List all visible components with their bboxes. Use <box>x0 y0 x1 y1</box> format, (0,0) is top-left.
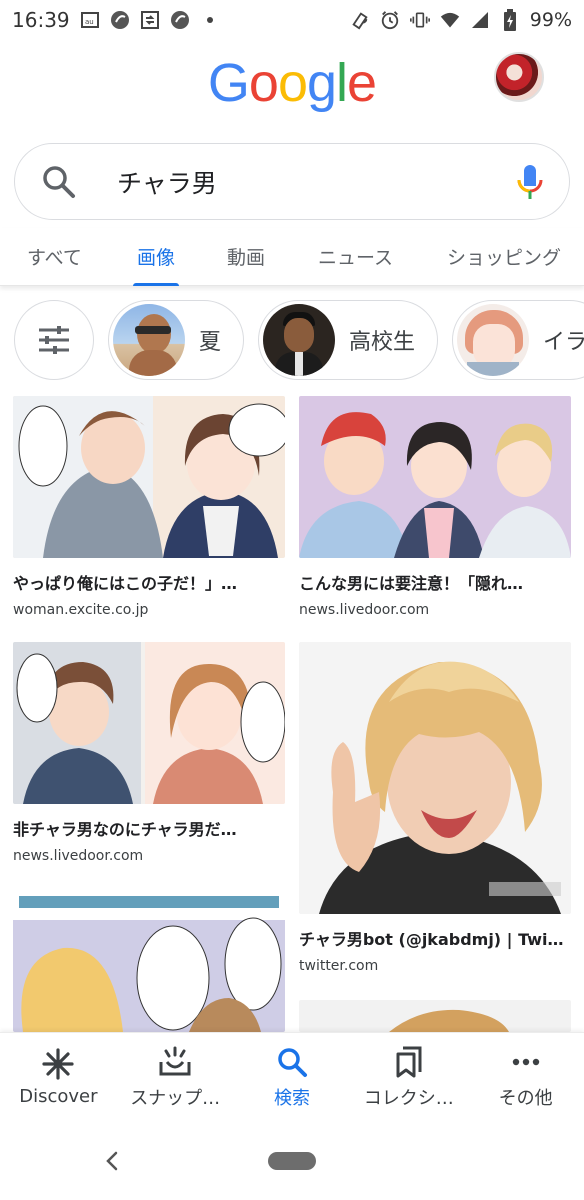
result-thumbnail[interactable] <box>299 396 571 558</box>
nav-more[interactable]: その他 <box>467 1033 584 1122</box>
chip-thumbnail <box>113 304 185 376</box>
account-avatar[interactable] <box>494 52 544 102</box>
status-time: 16:39 <box>12 8 70 32</box>
signal-icon <box>470 10 490 30</box>
app-circle-icon <box>170 10 190 30</box>
logo-letter: G <box>207 53 250 113</box>
nav-label: コレクシ… <box>363 1087 454 1109</box>
vibrate-icon <box>409 10 430 30</box>
tune-icon <box>39 326 69 354</box>
tab-label: ニュース <box>318 247 394 269</box>
logo-letter: g <box>307 53 337 113</box>
nav-label: Discover <box>19 1086 98 1107</box>
chip-thumbnail <box>457 304 530 376</box>
chip-illustration[interactable]: イラ <box>452 300 584 380</box>
svg-text:au: au <box>85 18 94 26</box>
home-button[interactable] <box>268 1152 316 1170</box>
result-title[interactable]: 非チャラ男なのにチャラ男だ… <box>13 816 285 840</box>
status-bar: 16:39 au 99% <box>0 0 584 40</box>
logo-letter: o <box>277 53 308 113</box>
chip-highschool[interactable]: 高校生 <box>258 300 439 380</box>
nav-label: スナップ… <box>130 1087 221 1109</box>
battery-icon <box>500 9 520 31</box>
cast-icon <box>140 10 160 30</box>
result-thumbnail[interactable] <box>13 888 285 1032</box>
result-domain: twitter.com <box>299 958 379 974</box>
logo-letter: o <box>248 53 279 113</box>
app-circle-icon <box>110 10 130 30</box>
result-domain: news.livedoor.com <box>13 848 144 864</box>
result-domain: news.livedoor.com <box>299 602 430 618</box>
chip-thumbnail <box>263 304 336 376</box>
search-icon[interactable] <box>41 164 77 200</box>
nfc-icon <box>350 10 370 30</box>
snapshot-icon <box>159 1046 191 1075</box>
bookmark-icon <box>396 1046 422 1077</box>
au-icon: au <box>80 10 100 30</box>
result-thumbnail[interactable] <box>299 642 571 914</box>
image-result[interactable] <box>13 888 285 1032</box>
image-result[interactable]: 非チャラ男なのにチャラ男だ… news.livedoor.com <box>13 642 285 864</box>
result-domain: woman.excite.co.jp <box>13 602 149 618</box>
tab-label: ショッピング <box>447 247 562 269</box>
nav-label: 検索 <box>273 1087 310 1109</box>
nav-label: その他 <box>498 1087 553 1109</box>
chip-label: イラ <box>543 330 584 355</box>
alarm-icon <box>380 10 400 30</box>
filter-button[interactable] <box>14 300 94 380</box>
tab-all[interactable]: すべて <box>27 228 82 286</box>
back-icon[interactable] <box>104 1150 120 1176</box>
image-result[interactable]: やっぱり俺にはこの子だ！」… woman.excite.co.jp <box>13 396 285 618</box>
bottom-navigation: Discover スナップ… 検索 コレクシ… その他 <box>0 1032 584 1122</box>
tab-videos[interactable]: 動画 <box>227 228 265 286</box>
nav-collections[interactable]: コレクシ… <box>350 1033 467 1122</box>
result-title[interactable]: チャラ男bot (@jkabdmj) | Twi… <box>299 926 571 950</box>
result-title[interactable]: こんな男には要注意！「隠れ… <box>299 570 571 594</box>
tab-label: 画像 <box>137 247 176 269</box>
tab-news[interactable]: ニュース <box>318 228 393 286</box>
chip-label: 夏 <box>199 330 222 355</box>
dot-icon <box>200 10 220 30</box>
tab-label: すべて <box>27 247 82 269</box>
more-icon <box>512 1058 539 1065</box>
result-title[interactable]: やっぱり俺にはこの子だ！」… <box>13 570 285 594</box>
asterisk-icon <box>42 1048 74 1080</box>
nav-search[interactable]: 検索 <box>234 1033 351 1122</box>
chip-label: 高校生 <box>349 330 416 355</box>
related-chips: 夏 高校生 イラ <box>14 300 584 380</box>
search-input[interactable]: チャラ男 <box>117 164 517 200</box>
tab-label: 動画 <box>227 247 266 269</box>
logo-letter: e <box>347 53 377 113</box>
mic-icon[interactable] <box>517 164 543 200</box>
nav-snapshot[interactable]: スナップ… <box>117 1033 234 1122</box>
tab-shopping[interactable]: ショッピング <box>447 228 561 286</box>
nav-discover[interactable]: Discover <box>0 1033 117 1122</box>
battery-percent: 99% <box>529 9 572 31</box>
image-result[interactable] <box>299 1000 571 1032</box>
chip-summer[interactable]: 夏 <box>108 300 245 380</box>
result-thumbnail[interactable] <box>13 396 285 558</box>
image-result[interactable]: チャラ男bot (@jkabdmj) | Twi… twitter.com <box>299 642 571 974</box>
logo-letter: l <box>336 53 348 113</box>
result-thumbnail[interactable] <box>13 642 285 804</box>
tab-images[interactable]: 画像 <box>133 228 180 286</box>
system-navigation-bar <box>0 1122 584 1200</box>
search-box[interactable]: チャラ男 <box>14 143 570 220</box>
result-thumbnail[interactable] <box>299 1000 571 1032</box>
search-icon <box>278 1047 307 1077</box>
image-result[interactable]: こんな男には要注意！「隠れ… news.livedoor.com <box>299 396 571 618</box>
wifi-icon <box>440 10 460 30</box>
search-tabs: すべて 画像 動画 ニュース ショッピング <box>0 228 584 286</box>
